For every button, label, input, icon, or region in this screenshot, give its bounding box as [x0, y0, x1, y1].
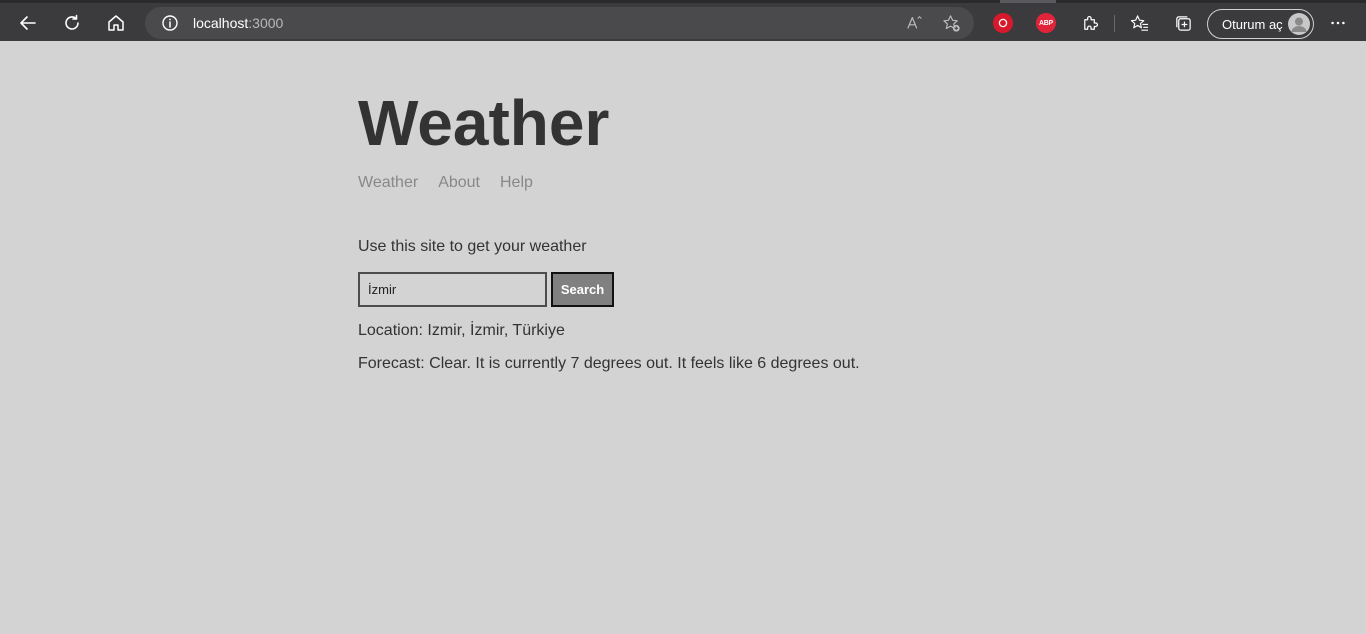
location-result: Location: Izmir, İzmir, Türkiye [358, 322, 565, 339]
url-host: localhost [193, 15, 249, 31]
add-favorite-button[interactable] [941, 13, 961, 33]
back-arrow-icon [20, 16, 36, 30]
intro-text: Use this site to get your weather [358, 238, 587, 255]
nav-link-help[interactable]: Help [500, 174, 533, 192]
more-icon [1331, 21, 1345, 25]
add-favorite-icon [942, 14, 960, 32]
signin-label: Oturum aç [1222, 16, 1283, 32]
location-search-input[interactable] [358, 272, 547, 307]
page-title: Weather [358, 87, 610, 159]
extension-red-icon[interactable] [993, 13, 1013, 33]
toolbar-divider [1114, 15, 1115, 32]
nav-link-weather[interactable]: Weather [358, 174, 418, 192]
search-form: Search [358, 272, 1008, 307]
extension-red-glyph [998, 18, 1008, 28]
avatar-icon [1288, 13, 1310, 35]
favorites-button[interactable] [1129, 13, 1149, 33]
url-port: :3000 [248, 15, 284, 31]
info-icon[interactable] [161, 14, 179, 32]
page-content: Weather Weather About Help Use this site… [358, 41, 1008, 373]
read-aloud-icon [907, 15, 922, 29]
refresh-button[interactable] [57, 8, 87, 38]
address-bar[interactable]: localhost:3000 [145, 7, 974, 39]
read-aloud-button[interactable] [905, 13, 925, 33]
collections-icon [1175, 15, 1191, 31]
refresh-icon [65, 14, 79, 30]
favorites-icon [1130, 14, 1148, 31]
active-tab-indicator [1000, 0, 1056, 3]
url-text[interactable]: localhost:3000 [193, 15, 283, 31]
site-nav: Weather About Help [358, 174, 1008, 192]
adblock-plus-label: ABP [1039, 19, 1053, 27]
home-button[interactable] [101, 8, 131, 38]
signin-button[interactable]: Oturum aç [1207, 9, 1314, 39]
forecast-result: Forecast: Clear. It is currently 7 degre… [358, 355, 860, 372]
nav-link-about[interactable]: About [438, 174, 480, 192]
puzzle-icon [1083, 15, 1098, 30]
adblock-plus-icon[interactable]: ABP [1036, 13, 1056, 33]
search-button[interactable]: Search [551, 272, 614, 307]
extensions-button[interactable] [1080, 13, 1100, 33]
back-button[interactable] [13, 8, 43, 38]
browser-toolbar: localhost:3000 ABP Oturum aç [0, 0, 1366, 41]
home-icon [108, 15, 124, 31]
collections-button[interactable] [1173, 13, 1193, 33]
more-button[interactable] [1324, 9, 1352, 37]
